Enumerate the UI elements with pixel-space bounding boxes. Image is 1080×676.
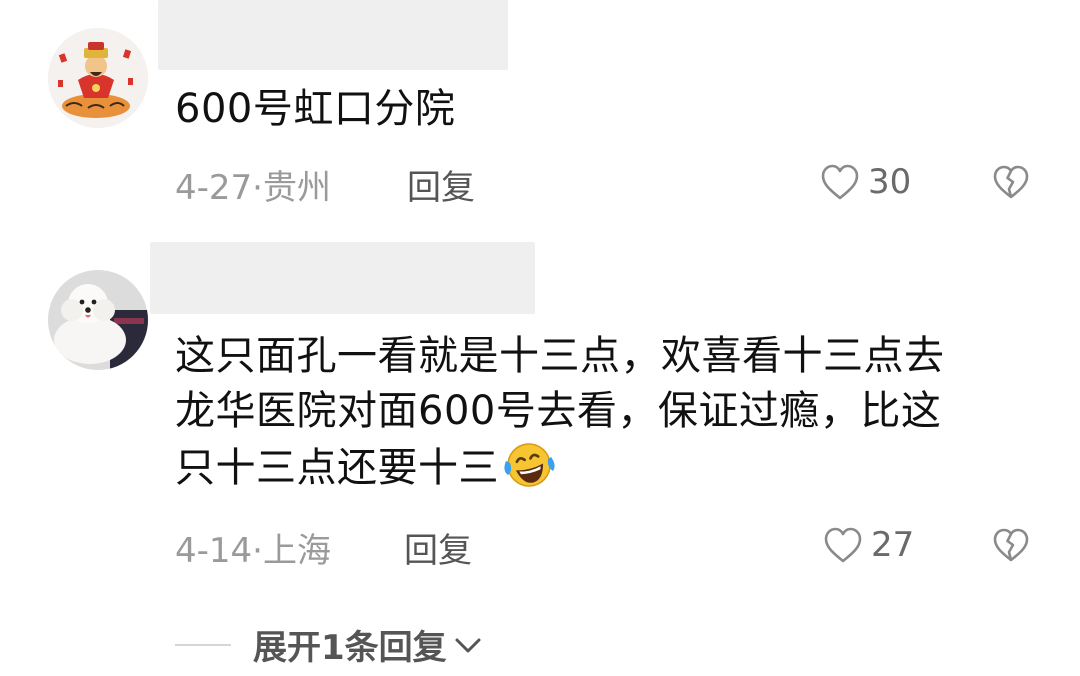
dislike-button[interactable] [992, 164, 1030, 200]
comment-list: 600号虹口分院 4-27·贵州 回复 30 这只面孔一看就是十三点，欢喜看十三… [0, 0, 1080, 676]
comment-text: 600号虹口分院 [175, 82, 455, 137]
comment-meta: 4-27·贵州 [175, 160, 331, 209]
avatar[interactable] [48, 28, 148, 128]
broken-heart-icon [993, 528, 1029, 562]
comment-text-line: 只十三点还要十三 [175, 445, 499, 491]
reply-button[interactable]: 回复 [407, 160, 475, 209]
username-redacted[interactable] [150, 242, 535, 314]
username-redacted[interactable] [158, 0, 508, 70]
comment-location: 贵州 [262, 168, 331, 208]
comment-text-line: 龙华医院对面600号去看，保证过瘾，比这 [175, 388, 942, 434]
heart-icon [824, 527, 862, 563]
comment-text-line: 这只面孔一看就是十三点，欢喜看十三点去 [175, 333, 945, 379]
divider-line [175, 643, 231, 646]
meta-separator: · [252, 168, 263, 208]
like-button[interactable]: 27 [823, 525, 914, 565]
like-button[interactable]: 30 [820, 162, 911, 202]
white-dog-avatar-icon [48, 270, 148, 370]
reply-button[interactable]: 回复 [404, 523, 472, 572]
god-of-wealth-avatar-icon [48, 28, 148, 128]
comment-date: 4-27 [175, 168, 253, 208]
broken-heart-icon [993, 165, 1029, 199]
comment-date: 4-14 [175, 531, 253, 571]
comment-meta: 4-14·上海 [175, 523, 331, 572]
like-count: 27 [871, 525, 915, 565]
dislike-button[interactable] [992, 527, 1030, 563]
comment-text: 这只面孔一看就是十三点，欢喜看十三点去 龙华医院对面600号去看，保证过瘾，比这… [175, 329, 945, 496]
heart-icon [821, 164, 859, 200]
avatar[interactable] [48, 270, 148, 370]
meta-separator: · [252, 531, 263, 571]
comment-text-line: 600号虹口分院 [175, 86, 456, 132]
chevron-down-icon [453, 633, 483, 657]
like-count: 30 [868, 162, 912, 202]
comment-location: 上海 [262, 531, 331, 571]
comment-text-line-with-emoji: 只十三点还要十三 [175, 439, 945, 496]
expand-replies-button[interactable]: 展开1条回复 [175, 620, 483, 669]
expand-replies-label: 展开1条回复 [253, 628, 447, 668]
laughing-tears-emoji-icon [501, 439, 557, 489]
